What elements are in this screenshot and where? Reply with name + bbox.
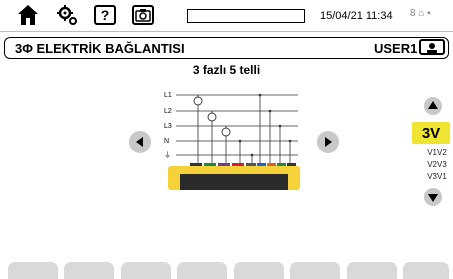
wire-label-ground: ⏚ bbox=[164, 151, 171, 159]
up-arrow-icon bbox=[424, 97, 442, 115]
down-arrow-icon bbox=[424, 188, 442, 206]
help-glyph: ? bbox=[100, 7, 110, 23]
selected-voltage-option[interactable]: 3V bbox=[412, 122, 450, 144]
settings-icon[interactable] bbox=[56, 4, 78, 26]
terminal-strip bbox=[190, 163, 296, 166]
previous-arrow-button[interactable] bbox=[129, 131, 151, 153]
wire-label-l2: L2 bbox=[164, 108, 172, 115]
left-arrow-icon bbox=[136, 137, 143, 147]
instrument-device bbox=[168, 166, 300, 190]
softkey-tab-1[interactable] bbox=[8, 262, 58, 279]
voltage-option-v2v3[interactable]: V2V3 bbox=[422, 160, 452, 169]
softkey-tab-4[interactable] bbox=[177, 262, 227, 279]
selector-up-button[interactable] bbox=[424, 97, 442, 120]
status-bar: ? 15/04/21 11:34 8 ⌂ ▪ bbox=[0, 0, 453, 34]
title-bar: 3Φ ELEKTRİK BAĞLANTISI USER1 bbox=[4, 37, 449, 59]
wire-label-l3: L3 bbox=[164, 123, 172, 130]
softkey-tab-3[interactable] bbox=[121, 262, 171, 279]
softkey-tab-5[interactable] bbox=[234, 262, 284, 279]
user-icon[interactable] bbox=[419, 39, 445, 55]
softkey-tab-2[interactable] bbox=[64, 262, 114, 279]
camera-icon[interactable] bbox=[132, 5, 154, 25]
status-icons: 8 ⌂ ▪ bbox=[410, 8, 431, 19]
connection-subtitle: 3 fazlı 5 telli bbox=[192, 63, 261, 77]
datetime: 15/04/21 11:34 bbox=[320, 10, 393, 22]
home-icon[interactable] bbox=[16, 4, 40, 26]
help-icon[interactable]: ? bbox=[94, 5, 116, 25]
voltage-option-v3v1[interactable]: V3V1 bbox=[422, 172, 452, 181]
wire-label-l1: L1 bbox=[164, 92, 172, 99]
next-arrow-button[interactable] bbox=[317, 131, 339, 153]
memory-progress-bar bbox=[187, 9, 305, 23]
junction-dots bbox=[238, 93, 292, 157]
probe-lines bbox=[197, 95, 291, 164]
softkey-tab-6[interactable] bbox=[290, 262, 340, 279]
wiring-diagram: L1 L2 L3 N ⏚ bbox=[164, 92, 300, 190]
user-label: USER1 bbox=[374, 41, 418, 56]
wire-label-n: N bbox=[164, 138, 169, 145]
selector-down-button[interactable] bbox=[424, 188, 442, 211]
right-arrow-icon bbox=[325, 137, 332, 147]
softkey-tab-8[interactable] bbox=[403, 262, 449, 279]
divider bbox=[0, 31, 453, 32]
voltage-option-v1v2[interactable]: V1V2 bbox=[422, 148, 452, 157]
page-title: 3Φ ELEKTRİK BAĞLANTISI bbox=[15, 41, 185, 56]
softkey-tab-7[interactable] bbox=[347, 262, 397, 279]
